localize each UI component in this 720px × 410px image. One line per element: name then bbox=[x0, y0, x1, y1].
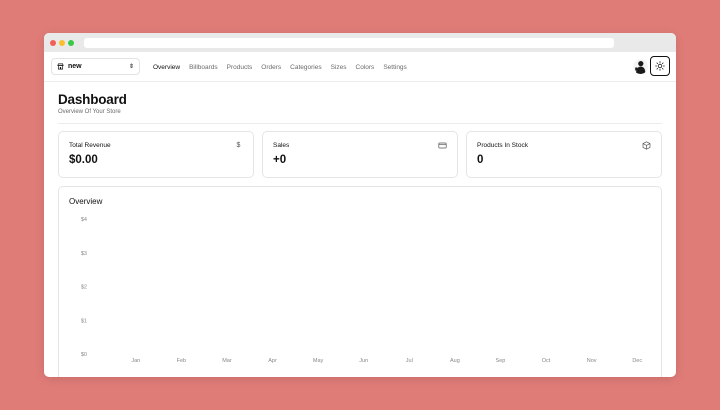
overview-bar-chart: $0 $1 $2 $3 $4 Jan Feb Mar Apr May Jun Jul Aug Sep Oct… bbox=[81, 217, 642, 364]
nav-categories[interactable]: Categories bbox=[290, 64, 321, 71]
x-tick-label: Jan bbox=[131, 358, 140, 364]
products-in-stock-card: Products In Stock 0 bbox=[466, 131, 662, 178]
nav-billboards[interactable]: Billboards bbox=[189, 64, 218, 71]
x-tick-label: Feb bbox=[177, 358, 186, 364]
total-revenue-card: Total Revenue $ $0.00 bbox=[58, 131, 254, 178]
y-tick-label: $2 bbox=[81, 285, 87, 291]
y-tick-label: $3 bbox=[81, 251, 87, 257]
separator bbox=[58, 123, 662, 124]
x-tick-label: Nov bbox=[587, 358, 597, 364]
close-window-button[interactable] bbox=[50, 40, 56, 46]
browser-titlebar bbox=[44, 33, 676, 52]
minimize-window-button[interactable] bbox=[59, 40, 65, 46]
y-tick-label: $4 bbox=[81, 217, 87, 223]
theme-toggle-button[interactable] bbox=[650, 56, 670, 76]
user-avatar-image bbox=[633, 59, 648, 74]
store-icon bbox=[57, 63, 64, 70]
maximize-window-button[interactable] bbox=[68, 40, 74, 46]
x-tick-label: Apr bbox=[268, 358, 277, 364]
nav-settings[interactable]: Settings bbox=[383, 64, 407, 71]
x-tick-label: Oct bbox=[542, 358, 551, 364]
x-tick-label: Jul bbox=[406, 358, 413, 364]
card-value: $0.00 bbox=[69, 154, 98, 166]
top-navbar: new ⇕ Overview Billboards Products Order… bbox=[44, 52, 676, 82]
main-nav: Overview Billboards Products Orders Cate… bbox=[153, 52, 416, 82]
x-tick-label: Mar bbox=[222, 358, 232, 364]
y-tick-label: $1 bbox=[81, 318, 87, 324]
credit-card-icon bbox=[438, 142, 447, 149]
nav-sizes[interactable]: Sizes bbox=[331, 64, 347, 71]
dollar-icon: $ bbox=[236, 142, 241, 149]
package-icon bbox=[642, 141, 651, 150]
chevrons-up-down-icon: ⇕ bbox=[128, 63, 134, 70]
store-switcher[interactable]: new ⇕ bbox=[51, 58, 140, 75]
page-title: Dashboard bbox=[58, 92, 127, 107]
card-title: Sales bbox=[273, 142, 290, 149]
user-avatar[interactable] bbox=[633, 59, 648, 74]
nav-products[interactable]: Products bbox=[227, 64, 253, 71]
card-value: 0 bbox=[477, 154, 484, 166]
x-tick-label: Aug bbox=[450, 358, 460, 364]
browser-window: new ⇕ Overview Billboards Products Order… bbox=[44, 33, 676, 377]
nav-orders[interactable]: Orders bbox=[261, 64, 281, 71]
overview-chart-card: Overview $0 $1 $2 $3 $4 Jan Feb Mar Apr May Jun Jul… bbox=[58, 186, 662, 377]
x-tick-label: Dec bbox=[632, 358, 642, 364]
sales-card: Sales +0 bbox=[262, 131, 458, 178]
card-title: Products In Stock bbox=[477, 142, 528, 149]
nav-overview[interactable]: Overview bbox=[153, 64, 180, 71]
x-tick-label: Jun bbox=[359, 358, 368, 364]
store-name: new bbox=[68, 63, 82, 70]
x-tick-label: Sep bbox=[496, 358, 506, 364]
y-tick-label: $0 bbox=[81, 352, 87, 358]
card-value: +0 bbox=[273, 154, 287, 166]
x-tick-label: May bbox=[313, 358, 324, 364]
page-subtitle: Overview Of Your Store bbox=[58, 109, 121, 115]
address-bar[interactable] bbox=[84, 38, 614, 48]
nav-colors[interactable]: Colors bbox=[356, 64, 375, 71]
sun-icon bbox=[655, 61, 665, 71]
page-heading: Dashboard Overview Of Your Store bbox=[58, 92, 127, 115]
card-title: Total Revenue bbox=[69, 142, 111, 149]
